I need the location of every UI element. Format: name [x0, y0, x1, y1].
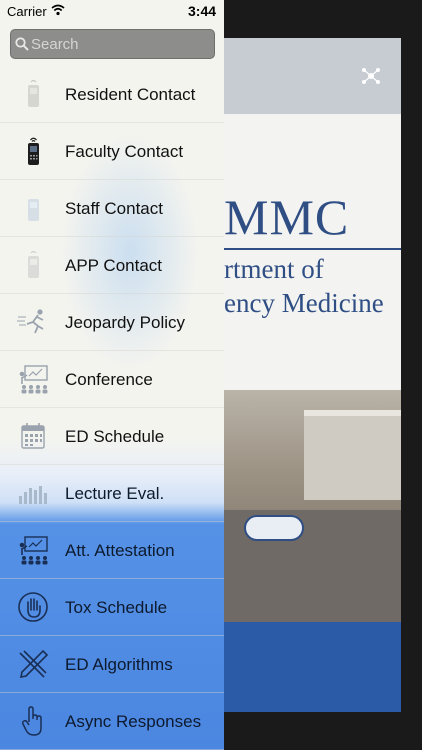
hand-icon [18, 592, 48, 622]
menu-item-tox-schedule[interactable]: Tox Schedule [0, 579, 224, 636]
cellphone-icon [28, 137, 39, 165]
menu-item-att-attestation[interactable]: Att. Attestation [0, 522, 224, 579]
wifi-icon [51, 4, 65, 16]
hospital-helipad-photo [224, 390, 401, 622]
main-view-header [224, 38, 401, 114]
network-share-icon[interactable] [361, 66, 381, 86]
mmc-logo-text: MMC [224, 189, 350, 245]
menu-item-async-responses[interactable]: Async Responses [0, 693, 224, 750]
search-input[interactable] [31, 30, 211, 58]
menu-item-label: Att. Attestation [65, 541, 175, 560]
menu-item-jeopardy-policy[interactable]: Jeopardy Policy [0, 294, 224, 351]
side-drawer: Resident Contact Faculty Contact Staff C… [0, 22, 224, 750]
department-banner [224, 114, 401, 390]
helicopter-shape [244, 515, 304, 541]
status-bar: Carrier 3:44 P [0, 0, 224, 35]
menu-item-label: Async Responses [65, 712, 202, 731]
search-icon [15, 37, 29, 51]
menu-item-label: Jeopardy Policy [65, 313, 186, 332]
menu-item-label: Faculty Contact [65, 142, 184, 161]
menu-item-label: Staff Contact [65, 199, 163, 218]
menu-item-label: APP Contact [65, 256, 163, 275]
department-title-line1: rtment of [224, 254, 324, 284]
menu-item-label: Conference [65, 370, 153, 389]
cellphone-faded-icon [28, 250, 39, 278]
menu-item-ed-algorithms[interactable]: ED Algorithms [0, 636, 224, 693]
building-shape [304, 410, 401, 500]
menu-item-label: Tox Schedule [65, 598, 168, 617]
banner-rule [224, 248, 401, 250]
menu-item-staff-contact[interactable]: Staff Contact [0, 180, 224, 237]
menu-item-label: Resident Contact [65, 85, 196, 104]
menu-item-resident-contact[interactable]: Resident Contact [0, 66, 224, 123]
tools-icon [19, 649, 49, 679]
main-view-footer [224, 622, 401, 712]
pointer-hand-icon [21, 706, 42, 736]
menu-item-ed-schedule[interactable]: ED Schedule [0, 408, 224, 465]
presentation-icon [19, 365, 48, 394]
menu-item-lecture-eval[interactable]: Lecture Eval. [0, 465, 224, 522]
calendar-icon [21, 423, 45, 449]
runner-icon [17, 309, 44, 334]
main-view-card[interactable]: MMC rtment of ency Medicine [224, 38, 401, 712]
menu-item-conference[interactable]: Conference [0, 351, 224, 408]
menu-item-label: ED Schedule [65, 427, 165, 446]
carrier-label: Carrier [7, 4, 47, 19]
menu-item-label: ED Algorithms [65, 655, 173, 674]
cellphone-faded-icon [28, 199, 39, 221]
menu-list: Resident Contact Faculty Contact Staff C… [0, 66, 224, 750]
cellphone-faded-icon [28, 79, 39, 107]
search-bar[interactable] [10, 29, 215, 59]
menu-item-label: Lecture Eval. [65, 484, 165, 503]
menu-item-faculty-contact[interactable]: Faculty Contact [0, 123, 224, 180]
bars-icon [19, 486, 47, 504]
menu-item-app-contact[interactable]: APP Contact [0, 237, 224, 294]
department-title-line2: ency Medicine [224, 288, 384, 318]
presentation-icon [19, 536, 48, 565]
